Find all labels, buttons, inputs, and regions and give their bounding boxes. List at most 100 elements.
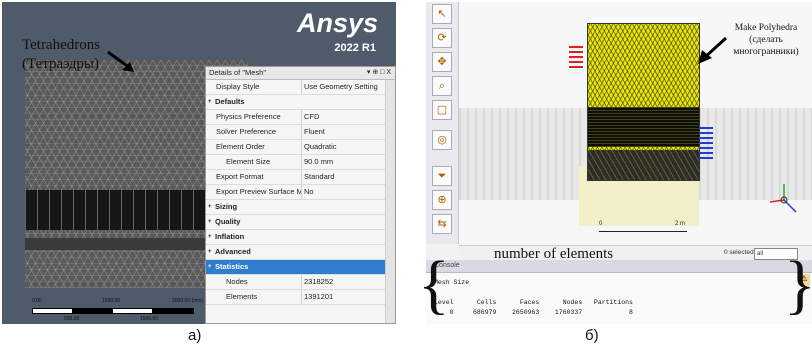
details-row[interactable]: Elements 1391201 xyxy=(206,290,395,305)
ansys-logo: Ansys xyxy=(296,8,378,38)
left-brace: { xyxy=(418,248,450,321)
details-row-value: 2318252 xyxy=(304,277,334,286)
polyhedral-mesh-view xyxy=(587,23,700,181)
caption-a: а) xyxy=(188,327,202,344)
details-row[interactable]: Display Style Use Geometry Setting xyxy=(206,80,395,95)
ruler-label-end: 2 m xyxy=(675,221,686,227)
elements-annotation: number of elements xyxy=(494,246,614,262)
details-row-key: Nodes xyxy=(226,277,248,286)
dense-mesh-region xyxy=(588,107,699,147)
column-divider xyxy=(301,275,302,289)
scale-segment xyxy=(112,308,154,314)
outlet-boundary-marks xyxy=(699,127,713,159)
annotation-line-2: (Тетраэдры) xyxy=(22,56,100,72)
column-divider xyxy=(301,140,302,154)
scale-tick-2: 2000.00 (mm) xyxy=(172,298,204,304)
ruler-label-start: 0 xyxy=(599,221,603,227)
annotation-line-3: многогранники) xyxy=(733,47,799,57)
fluent-mesh-window: ↖ ⟳ ✥ ⌕ ▢ ◎ ⏷ ⊕ ⇆ 0 2 m Make Polyhedra (… xyxy=(426,2,812,324)
console-tab[interactable]: Console xyxy=(426,260,812,273)
details-row-key: Export Format xyxy=(216,172,264,181)
expand-icon[interactable]: + xyxy=(208,95,212,109)
fit-view-tool-icon[interactable]: ◎ xyxy=(432,130,452,150)
details-row-key: Sizing xyxy=(215,202,238,211)
details-row[interactable]: + Quality xyxy=(206,215,395,230)
details-row-key: Element Order xyxy=(216,142,265,151)
details-row-key: Statistics xyxy=(215,262,249,271)
annotation-line-1: Tetrahedrons xyxy=(22,37,101,53)
details-row[interactable]: + Sizing xyxy=(206,200,395,215)
column-divider xyxy=(301,185,302,199)
magnify-tool-icon[interactable]: ⊕ xyxy=(432,190,452,210)
details-row[interactable]: Export Format Standard xyxy=(206,170,395,185)
details-row[interactable]: Element Order Quadratic xyxy=(206,140,395,155)
console-line: 0 686979 2650963 1760337 8 xyxy=(434,309,633,316)
pan-tool-icon[interactable]: ✥ xyxy=(432,52,452,72)
details-row[interactable]: + Inflation xyxy=(206,230,395,245)
zoom-box-tool-icon[interactable]: ▢ xyxy=(432,100,452,120)
column-divider xyxy=(301,110,302,124)
annotation-line-1: Make Polyhedra xyxy=(734,23,798,33)
scale-tick-1: 1000.00 xyxy=(102,298,121,304)
view-toolbar: ↖ ⟳ ✥ ⌕ ▢ ◎ ⏷ ⊕ ⇆ xyxy=(426,2,459,244)
details-row[interactable]: + Defaults xyxy=(206,95,395,110)
scale-segment xyxy=(32,308,74,314)
details-header: Details of "Mesh" ▾ ⊕ □ X xyxy=(206,67,395,80)
scale-tick-0: 0.00 xyxy=(32,298,42,304)
details-row-value: Use Geometry Setting xyxy=(304,82,378,91)
details-row-value: 90.0 mm xyxy=(304,157,334,166)
console-line: Level Cells Faces Nodes Partitions xyxy=(434,299,633,306)
expand-icon[interactable]: + xyxy=(208,230,212,244)
annotation-line-2: (сделать xyxy=(749,35,783,45)
details-row[interactable]: Solver Preference Fluent xyxy=(206,125,395,140)
ansys-mesh-window: Ansys 2022 R1 Tetrahedrons (Тетраэдры) D… xyxy=(2,2,396,324)
details-row-key: Solver Preference xyxy=(216,127,277,136)
zoom-tool-icon[interactable]: ⌕ xyxy=(432,76,452,96)
expand-icon[interactable]: + xyxy=(208,260,212,274)
details-row-value: Quadratic xyxy=(304,142,337,151)
details-title: Details of "Mesh" xyxy=(209,68,267,77)
pointer-tool-icon[interactable]: ↖ xyxy=(432,4,452,24)
details-row-key: Inflation xyxy=(215,232,245,241)
details-row-key: Advanced xyxy=(215,247,251,256)
tetrahedrons-annotation: Tetrahedrons (Тетраэдры) xyxy=(22,36,100,74)
axis-triad-icon xyxy=(769,184,797,213)
details-row-key: Element Size xyxy=(226,157,271,166)
viewport-ruler: 0 2 m xyxy=(599,221,689,237)
toggle-tool-icon[interactable]: ⇆ xyxy=(432,214,452,234)
details-rows: Display Style Use Geometry Setting + Defaul… xyxy=(206,80,395,305)
details-window-controls[interactable]: ▾ ⊕ □ X xyxy=(367,67,391,79)
ansys-version: 2022 R1 xyxy=(334,42,376,54)
details-row[interactable]: Export Preview Surface MeshNo xyxy=(206,185,395,200)
mesh-region-lower xyxy=(588,150,699,180)
details-row[interactable]: + Advanced xyxy=(206,245,395,260)
details-row[interactable]: + Statistics xyxy=(206,260,395,275)
right-brace: } xyxy=(784,252,812,318)
expand-icon[interactable]: + xyxy=(208,245,212,259)
expand-icon[interactable]: + xyxy=(208,215,212,229)
details-row-value: 1391201 xyxy=(304,292,334,301)
column-divider xyxy=(301,125,302,139)
console-panel: Console ⚠ Mesh Size Level Cells Faces No… xyxy=(426,260,812,324)
details-row-key: Export Preview Surface Mesh xyxy=(216,187,301,196)
details-row-value: Fluent xyxy=(304,127,325,136)
details-row-key: Elements xyxy=(226,292,258,301)
column-divider xyxy=(301,170,302,184)
details-row-key: Defaults xyxy=(215,97,245,106)
filter-tool-icon[interactable]: ⏷ xyxy=(432,166,452,186)
details-scrollbar[interactable] xyxy=(385,80,395,323)
expand-icon[interactable]: + xyxy=(208,200,212,214)
details-row[interactable]: Element Size 90.0 mm xyxy=(206,155,395,170)
rotate-tool-icon[interactable]: ⟳ xyxy=(432,28,452,48)
details-row-key: Physics Preference xyxy=(216,112,281,121)
details-row[interactable]: Physics Preference CFD xyxy=(206,110,395,125)
annotation-arrow-icon xyxy=(698,36,728,64)
ruler-line xyxy=(599,231,687,232)
polyhedra-annotation: Make Polyhedra (сделать многогранники) xyxy=(722,22,810,58)
column-divider xyxy=(301,155,302,169)
console-output: Mesh Size Level Cells Faces Nodes Partit… xyxy=(434,278,633,318)
details-row-value: Standard xyxy=(304,172,335,181)
details-row[interactable]: Nodes 2318252 xyxy=(206,275,395,290)
details-row-key: Quality xyxy=(215,217,241,226)
details-row-value: No xyxy=(304,187,314,196)
